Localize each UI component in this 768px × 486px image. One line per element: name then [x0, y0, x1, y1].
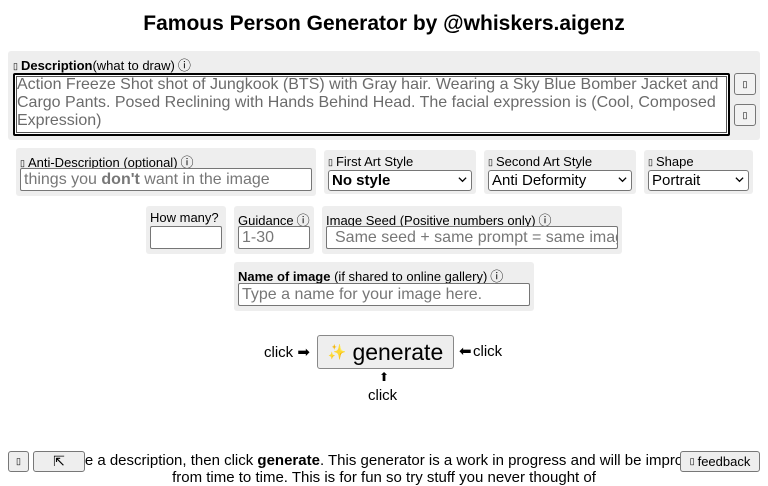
anti-description-input[interactable]: things you don't want in the image [20, 168, 312, 191]
description-side-button-top[interactable]: ▯ [734, 73, 756, 95]
description-panel: ▯ Description(what to draw) ⓘ Action Freez… [8, 51, 760, 140]
second-art-style-label: ▯ Second Art Style [488, 154, 592, 169]
second-art-style-value: Anti Deformity [492, 172, 587, 189]
first-art-style-glyph-icon: ▯ [328, 157, 333, 167]
description-label: ▯ Description(what to draw) ⓘ [13, 55, 191, 74]
guidance-panel: Guidance ⓘ 1-30 [234, 206, 314, 254]
image-seed-panel: Image Seed (Positive numbers only) ⓘ Same… [322, 206, 622, 254]
arrow-left-icon: ⬅ [459, 343, 472, 360]
footer-text-before: Type a description, then click [60, 452, 258, 469]
anti-description-panel: ▯ Anti-Description (optional) ⓘ things you… [16, 148, 316, 196]
shape-select[interactable]: Portrait [648, 170, 749, 191]
second-art-style-select[interactable]: Anti Deformity [488, 170, 632, 191]
how-many-panel: How many? [146, 206, 226, 254]
description-textarea[interactable]: Action Freeze Shot shot of Jungkook (BTS… [13, 73, 730, 136]
arrow-up-left-icon: ⇱ [53, 453, 65, 469]
second-art-style-glyph-icon: ▯ [488, 157, 493, 167]
first-art-style-panel: ▯ First Art Style No style [324, 150, 476, 194]
image-name-label-rest: (if shared to online gallery) [330, 269, 488, 284]
image-name-label-bold: Name of image [238, 269, 331, 284]
footer-small-button[interactable]: ▯ [8, 451, 29, 472]
shape-value: Portrait [652, 172, 701, 189]
chevron-down-icon [618, 177, 627, 183]
shape-panel: ▯ Shape Portrait [644, 150, 753, 194]
info-icon[interactable]: ⓘ [490, 269, 503, 284]
first-art-style-value: No style [332, 172, 391, 189]
footer-text-line2: from time to time. This is for fun so tr… [172, 469, 596, 486]
feedback-glyph-icon: ▯ [689, 456, 695, 466]
footer-text-after: . This generator is a work in progress a… [319, 452, 708, 469]
description-label-bold: Description [20, 58, 93, 73]
first-art-style-label-text: First Art Style [335, 154, 414, 169]
generate-row: click ➡ ✨ generate ⬅ click [0, 335, 768, 369]
footer-expand-button[interactable]: ⇱ [33, 451, 85, 472]
description-glyph-icon: ▯ [13, 61, 18, 71]
description-side-button-bottom[interactable]: ▯ [734, 104, 756, 126]
arrow-up-icon: ⬆ [379, 370, 390, 384]
click-hint-right: click [473, 343, 503, 360]
chevron-down-icon [458, 177, 467, 183]
glyph-icon: ▯ [742, 109, 748, 120]
chevron-down-icon [735, 177, 744, 183]
click-hint-left: click ➡ [264, 344, 310, 361]
page-title: Famous Person Generator by @whiskers.aig… [143, 12, 625, 35]
generate-button[interactable]: ✨ generate [317, 335, 454, 369]
image-name-panel: Name of image (if shared to online galle… [234, 262, 534, 311]
first-art-style-label: ▯ First Art Style [328, 154, 413, 169]
sparkle-icon: ✨ [327, 344, 347, 361]
description-label-rest: (what to draw) [92, 58, 175, 73]
click-hint-bottom: click [368, 387, 398, 404]
anti-placeholder-bold: don't [101, 171, 140, 188]
how-many-label: How many? [150, 210, 219, 225]
info-icon[interactable]: ⓘ [178, 58, 191, 73]
first-art-style-select[interactable]: No style [328, 170, 472, 191]
feedback-button[interactable]: ▯ feedback [680, 451, 760, 472]
anti-placeholder-before: things you [24, 171, 102, 188]
shape-glyph-icon: ▯ [648, 157, 653, 167]
anti-description-glyph-icon: ▯ [20, 158, 25, 168]
second-art-style-panel: ▯ Second Art Style Anti Deformity [484, 150, 636, 194]
glyph-icon: ▯ [16, 456, 21, 466]
feedback-label: feedback [697, 454, 751, 469]
glyph-icon: ▯ [742, 78, 748, 89]
how-many-input[interactable] [150, 226, 222, 249]
second-art-style-label-text: Second Art Style [495, 154, 593, 169]
anti-placeholder-after: want in the image [139, 171, 270, 188]
footer-instructions: Type a description, then click generate.… [0, 452, 768, 486]
image-seed-input[interactable]: Same seed + same prompt = same image [326, 226, 618, 249]
shape-label-text: Shape [655, 154, 694, 169]
guidance-input[interactable]: 1-30 [238, 226, 310, 249]
image-name-input[interactable]: Type a name for your image here. [238, 283, 530, 306]
generate-label: generate [352, 338, 444, 365]
footer-text-bold: generate [257, 452, 320, 469]
shape-label: ▯ Shape [648, 154, 694, 169]
